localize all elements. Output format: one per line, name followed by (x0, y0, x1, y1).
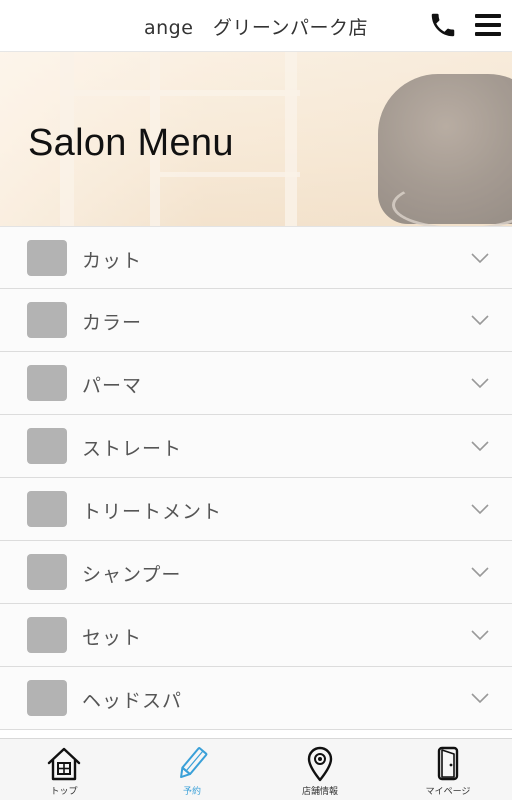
menu-item-cut[interactable]: カット (0, 226, 512, 289)
menu-item-label: ヘッドスパ (82, 690, 183, 712)
chevron-down-icon[interactable] (470, 691, 490, 705)
menu-item-label: シャンプー (82, 564, 182, 586)
menu-item-thumbnail (27, 491, 67, 527)
salon-menu-list: カット カラー パーマ ストレート トリートメント シャンプー セット ヘッドス… (0, 226, 512, 730)
chevron-down-icon[interactable] (470, 628, 490, 642)
menu-item-perm[interactable]: パーマ (0, 352, 512, 415)
menu-item-treatment[interactable]: トリートメント (0, 478, 512, 541)
hamburger-menu-icon[interactable] (474, 12, 502, 38)
menu-item-label: カラー (82, 312, 143, 334)
menu-item-label: セット (82, 627, 143, 649)
menu-item-label: トリートメント (82, 501, 223, 523)
menu-item-label: パーマ (82, 375, 143, 397)
hero-banner: Salon Menu (0, 52, 512, 226)
menu-item-color[interactable]: カラー (0, 289, 512, 352)
pencil-icon (180, 747, 208, 779)
menu-item-label: ストレート (82, 438, 183, 460)
home-icon (47, 747, 81, 781)
menu-item-label: カット (82, 250, 143, 272)
menu-item-thumbnail (27, 428, 67, 464)
tab-label: 店舗情報 (301, 787, 338, 797)
menu-item-set[interactable]: セット (0, 604, 512, 667)
bottom-tab-bar: トップ 予約 店舗情報 マイページ (0, 738, 512, 800)
menu-item-thumbnail (27, 680, 67, 716)
map-pin-icon (307, 746, 333, 782)
chevron-down-icon[interactable] (470, 439, 490, 453)
door-icon (437, 746, 459, 781)
page-title: Salon Menu (28, 122, 234, 164)
chevron-down-icon[interactable] (470, 502, 490, 516)
menu-item-thumbnail (27, 302, 67, 338)
tab-label: トップ (50, 787, 78, 797)
chevron-down-icon[interactable] (470, 376, 490, 390)
menu-item-thumbnail (27, 554, 67, 590)
menu-item-thumbnail (27, 240, 67, 276)
tab-top[interactable]: トップ (0, 739, 128, 801)
chevron-down-icon[interactable] (470, 251, 490, 265)
menu-item-head-spa[interactable]: ヘッドスパ (0, 667, 512, 730)
phone-icon[interactable] (428, 10, 458, 40)
menu-item-thumbnail (27, 365, 67, 401)
tab-label: マイページ (425, 787, 471, 797)
tab-reserve[interactable]: 予約 (128, 739, 256, 801)
chevron-down-icon[interactable] (470, 313, 490, 327)
menu-item-straight[interactable]: ストレート (0, 415, 512, 478)
chevron-down-icon[interactable] (470, 565, 490, 579)
tab-my-page[interactable]: マイページ (384, 739, 512, 801)
menu-item-shampoo[interactable]: シャンプー (0, 541, 512, 604)
menu-item-thumbnail (27, 617, 67, 653)
app-header: ange グリーンパーク店 (0, 0, 512, 52)
tab-label: 予約 (182, 787, 201, 797)
tab-shop-info[interactable]: 店舗情報 (256, 739, 384, 801)
